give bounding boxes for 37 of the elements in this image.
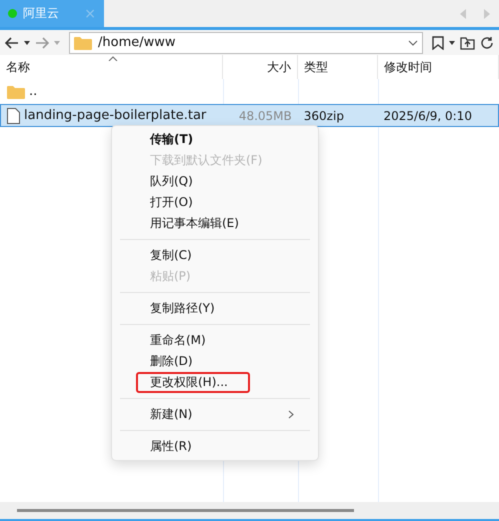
menu-item[interactable]: 新建(N) <box>136 404 294 425</box>
file-name: landing-page-boilerplate.tar <box>24 108 206 123</box>
file-row[interactable]: landing-page-boilerplate.tar 48.05MB 360zip 2025/6/9, 0:10 <box>0 104 499 127</box>
chevron-down-icon[interactable] <box>408 40 418 46</box>
file-size: 48.05MB <box>238 108 292 122</box>
file-type: 360zip <box>304 108 344 122</box>
dropdown-icon[interactable] <box>449 40 455 44</box>
file-row[interactable]: .. <box>0 80 499 103</box>
column-header[interactable]: 类型 <box>298 55 378 79</box>
menu-item[interactable]: 打开(O) <box>136 192 294 213</box>
menu-item[interactable]: 更改权限(H)... <box>136 372 250 393</box>
column-header[interactable]: 修改时间 <box>378 55 499 79</box>
file-name: .. <box>29 84 38 99</box>
path-field[interactable]: /home/www <box>69 32 423 54</box>
menu-item[interactable]: 传输(T) <box>136 129 294 150</box>
bookmark-icon[interactable] <box>432 36 444 50</box>
folder-icon <box>7 84 25 98</box>
folder-up-icon[interactable] <box>460 36 475 50</box>
menu-item[interactable]: 复制(C) <box>136 245 294 266</box>
column-header[interactable]: 大小 <box>223 55 298 79</box>
menu-item[interactable]: 属性(R) <box>136 436 294 457</box>
menu-item[interactable]: 删除(D) <box>136 351 294 372</box>
menu-item[interactable]: 复制路径(Y) <box>136 298 294 319</box>
menu-item[interactable]: 重命名(M) <box>136 330 294 351</box>
dropdown-icon[interactable] <box>24 40 30 44</box>
menu-item[interactable]: 队列(Q) <box>136 171 294 192</box>
column-header[interactable]: 名称 <box>0 55 223 79</box>
back-icon[interactable] <box>5 36 19 48</box>
refresh-icon[interactable] <box>480 36 494 50</box>
file-icon <box>7 108 20 124</box>
scrollbar-thumb[interactable] <box>17 509 354 512</box>
forward-icon[interactable] <box>35 36 49 48</box>
folder-icon <box>74 36 92 50</box>
chevron-right-icon <box>288 410 294 419</box>
menu-item[interactable]: 用记事本编辑(E) <box>136 213 294 234</box>
sort-caret-icon <box>108 56 118 61</box>
modified-time: 2025/6/9, 0:10 <box>383 108 472 122</box>
